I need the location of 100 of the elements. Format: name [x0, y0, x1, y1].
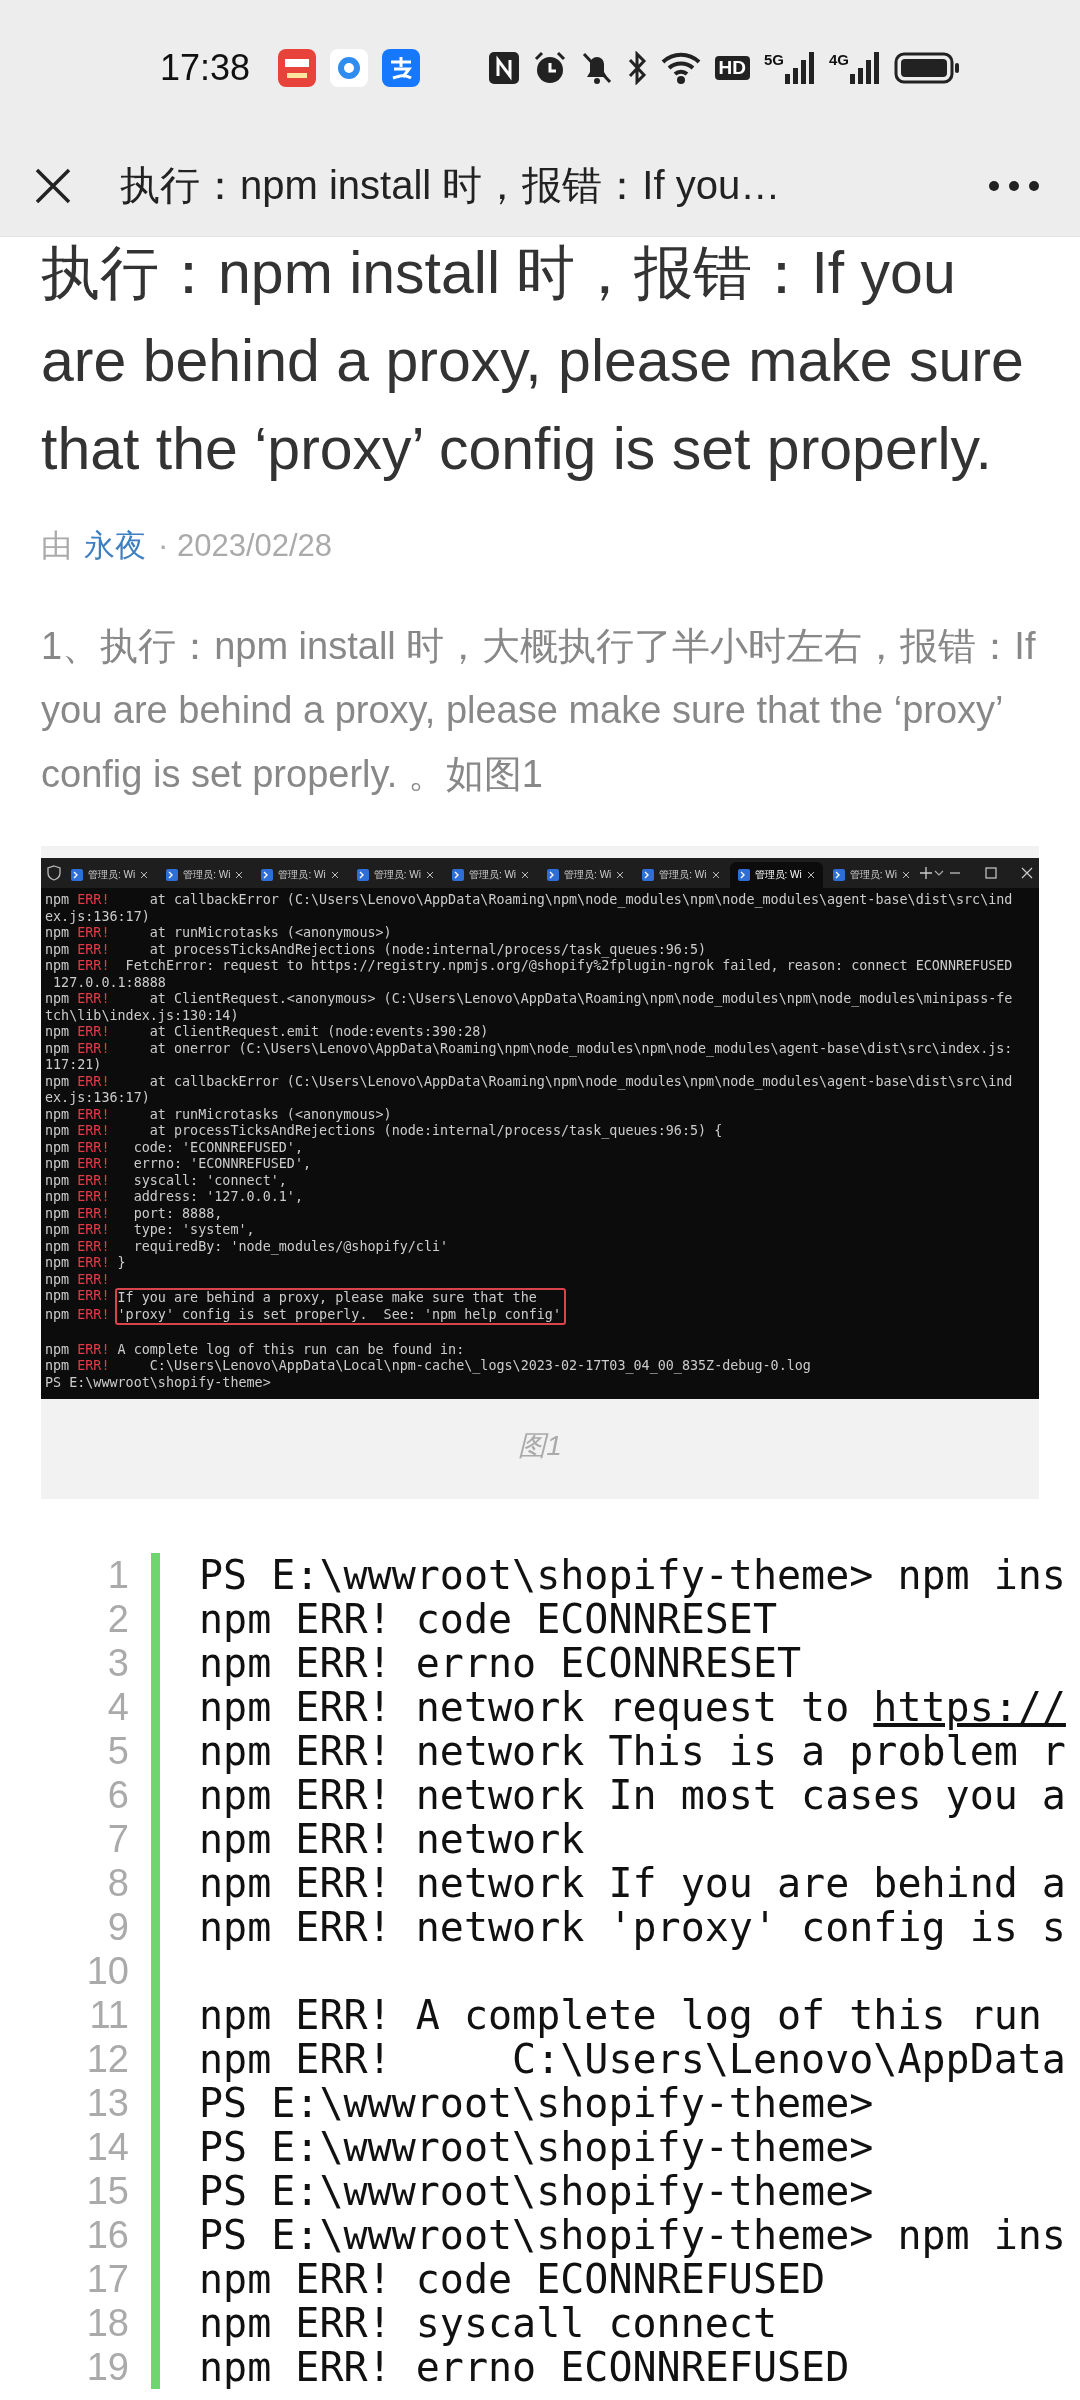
log-prefix: npm ERR!: [45, 958, 111, 975]
log-line: type: 'system',: [132, 1222, 256, 1239]
close-icon[interactable]: [34, 166, 72, 205]
battery-icon: [894, 51, 960, 84]
log-prefix: npm ERR!: [45, 1139, 111, 1156]
terminal-icon: [166, 869, 179, 881]
log-prefix: npm ERR!: [45, 925, 111, 942]
close-icon[interactable]: [806, 871, 815, 879]
app-notification-icon: [382, 48, 421, 87]
log-line: If you are behind a proxy, please make sure that the: [117, 1290, 538, 1307]
log-line: tch\lib\index.js:130:14): [45, 1007, 240, 1024]
terminal-icon: [832, 869, 845, 881]
log-line: at callbackError (C:\Users\Lenovo\AppData\Roaming\npm\node_modules\npm\node_modules\agent-base\dist\src\ind: [148, 1073, 1014, 1090]
line-number: 7: [107, 1817, 129, 1861]
code-line: npm ERR! network request to https://: [199, 1685, 1067, 1729]
maximize-icon[interactable]: [985, 867, 997, 879]
terminal-tab[interactable]: 管理员: Wi: [158, 862, 252, 888]
log-prefix: npm ERR!: [45, 1288, 111, 1305]
code-line: npm ERR! code ECONNREFUSED: [199, 2257, 826, 2301]
code-line: PS E:\wwwroot\shopify-theme> npm ins: [199, 2213, 1067, 2257]
code-line: npm ERR! A complete log of this run: [199, 1993, 1043, 2037]
code-line: npm ERR! errno ECONNREFUSED: [199, 2345, 851, 2389]
terminal-tab[interactable]: 管理员: Wi: [729, 862, 823, 888]
line-number: 13: [86, 2081, 129, 2125]
app-notification-icon: [278, 48, 317, 87]
log-line: at ClientRequest.<anonymous> (C:\Users\Lenovo\AppData\Roaming\npm\node_modules\npm\node_modules\minipass-fe: [148, 991, 1014, 1008]
chevron-down-icon[interactable]: [933, 869, 944, 877]
line-number: 3: [107, 1641, 129, 1685]
log-prefix: npm ERR!: [45, 1205, 111, 1222]
line-number: 15: [86, 2169, 129, 2213]
terminal-tab[interactable]: 管理员: Wi: [539, 862, 633, 888]
close-icon[interactable]: [140, 871, 149, 879]
hd-voice-label: HD: [714, 55, 750, 80]
close-icon[interactable]: [425, 871, 434, 879]
signal-bars-icon: [850, 51, 880, 84]
line-number: 16: [86, 2213, 129, 2257]
close-icon[interactable]: [901, 871, 910, 879]
code-line: npm ERR! syscall connect: [199, 2301, 778, 2345]
network-type-label: 5G: [763, 51, 784, 67]
log-line: at processTicksAndRejections (node:internal/process/task_queues:96:5): [148, 941, 708, 958]
code-line: PS E:\wwwroot\shopify-theme>: [199, 2125, 875, 2169]
line-number: 19: [86, 2345, 129, 2389]
muted-bell-icon: [580, 50, 613, 85]
log-prefix: npm ERR!: [45, 1024, 111, 1041]
terminal-tab[interactable]: 管理员: Wi: [634, 862, 728, 888]
signal-bars-icon: [785, 51, 815, 84]
more-options-icon[interactable]: [988, 179, 1040, 192]
code-line: PS E:\wwwroot\shopify-theme> npm ins: [199, 1553, 1067, 1597]
terminal-tab[interactable]: 管理员: Wi: [824, 862, 918, 888]
log-prefix: npm ERR!: [45, 1123, 111, 1140]
author-link[interactable]: 永夜: [84, 521, 146, 571]
log-line: syscall: 'connect',: [132, 1172, 288, 1189]
log-prefix: npm ERR!: [45, 1172, 111, 1189]
log-prefix: npm ERR!: [45, 1306, 111, 1324]
log-line: at ClientRequest.emit (node:events:390:28): [148, 1024, 490, 1041]
close-icon[interactable]: [235, 871, 244, 879]
log-line: code: 'ECONNREFUSED',: [132, 1139, 304, 1156]
terminal-tab[interactable]: 管理员: Wi: [443, 862, 538, 888]
wifi-icon: [660, 51, 701, 84]
log-prefix: npm ERR!: [45, 941, 111, 958]
log-line: 127.0.0.1:8888: [52, 974, 167, 991]
log-prefix: npm ERR!: [45, 1222, 111, 1239]
log-prefix: npm ERR!: [45, 1255, 111, 1272]
terminal-icon: [547, 869, 560, 881]
terminal-tab[interactable]: 管理员: Wi: [253, 862, 347, 888]
line-number: 4: [107, 1685, 129, 1729]
url-link[interactable]: https://: [873, 1684, 1066, 1730]
log-line: 'proxy' config is set properly. See: 'npm help config': [117, 1306, 561, 1323]
code-line: PS E:\wwwroot\shopify-theme>: [199, 2169, 875, 2213]
log-line: at processTicksAndRejections (node:internal/process/task_queues:96:5) {: [148, 1123, 724, 1140]
log-prefix: npm ERR!: [45, 1358, 111, 1375]
log-line: PS E:\wwwroot\shopify-theme>: [45, 1374, 272, 1391]
close-icon[interactable]: [521, 871, 530, 879]
log-line: at runMicrotasks (<anonymous>): [148, 925, 393, 942]
log-line: at callbackError (C:\Users\Lenovo\AppData\Roaming\npm\node_modules\npm\node_modules\agent-base\dist\src\ind: [148, 892, 1014, 909]
line-number: 6: [107, 1773, 129, 1817]
code-line: npm ERR! network 'proxy' config is s: [199, 1905, 1067, 1949]
line-number: 1: [107, 1553, 129, 1597]
terminal-tab[interactable]: 管理员: Wi: [348, 862, 442, 888]
terminal-icon: [261, 869, 274, 881]
plus-icon[interactable]: [919, 867, 932, 879]
code-line: npm ERR! network In most cases you a: [199, 1773, 1067, 1817]
line-number: 5: [107, 1729, 129, 1773]
byline-label: 由: [41, 527, 72, 565]
line-number: 8: [107, 1861, 129, 1905]
log-line: address: '127.0.0.1',: [132, 1189, 304, 1206]
terminal-icon: [356, 869, 369, 881]
terminal-tab[interactable]: 管理员: Wi: [63, 862, 157, 888]
code-line: npm ERR! C:\Users\Lenovo\AppData: [199, 2037, 1067, 2081]
log-prefix: npm ERR!: [45, 1156, 111, 1173]
log-prefix: npm ERR!: [45, 1040, 111, 1057]
body-paragraph: 1、执行：npm install 时，大概执行了半小时左右，报错：If you are behind a proxy, please make sure that the ‘proxy’ config is set properly. 。如图1: [41, 624, 1037, 797]
close-icon[interactable]: [616, 871, 625, 879]
line-number: 12: [86, 2037, 129, 2081]
log-line: A complete log of this run can be found in:: [117, 1341, 466, 1358]
close-icon[interactable]: [711, 871, 720, 879]
network-type-label: 4G: [829, 51, 849, 67]
close-icon[interactable]: [330, 871, 339, 879]
log-line: port: 8888,: [132, 1205, 224, 1222]
terminal-icon: [737, 869, 750, 881]
